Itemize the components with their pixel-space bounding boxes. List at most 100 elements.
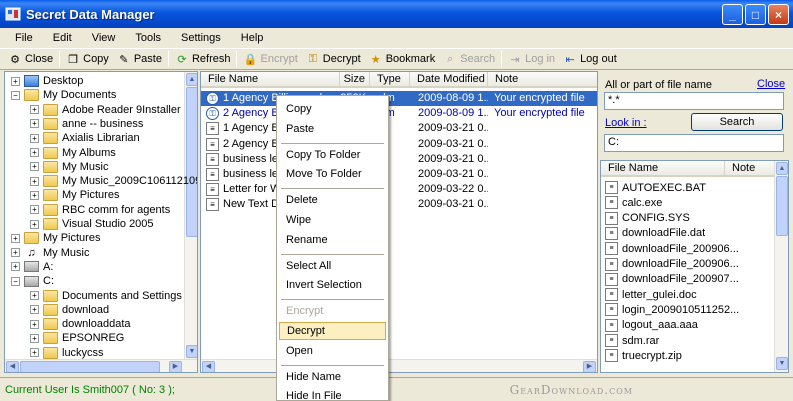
file-row[interactable]: ⚿1 Agency Billing and...252Ksdm2009-08-0…: [201, 91, 597, 106]
expand-icon[interactable]: +: [11, 262, 20, 272]
expand-icon[interactable]: +: [30, 176, 39, 186]
tree-node[interactable]: − My Documents: [11, 88, 116, 102]
scroll-thumb[interactable]: [20, 361, 160, 372]
tree-node[interactable]: + luckycss: [30, 346, 104, 360]
expand-icon[interactable]: +: [30, 133, 39, 143]
search-results-list[interactable]: File Name Note ▲ ▼ ≡ AUTOEXEC.BAT ≡ calc.ex…: [600, 160, 789, 373]
search-result-row[interactable]: ≡ sdm.rar: [605, 333, 659, 348]
paste-button[interactable]: ✎ Paste: [113, 49, 166, 69]
search-result-row[interactable]: ≡ logout_aaa.aaa: [605, 318, 698, 333]
tree-node[interactable]: + Adobe Reader 9Installer: [30, 103, 181, 117]
tree-node[interactable]: + My Pictures: [30, 188, 119, 202]
close-button[interactable]: ⚙ Close: [4, 49, 57, 69]
context-menu-item[interactable]: Hide Name: [279, 368, 386, 386]
tree-node[interactable]: + Visual Studio 2005: [30, 217, 154, 231]
file-row[interactable]: ≡New Text Document...2009-03-21 0...: [201, 197, 597, 212]
folder-tree[interactable]: ▲ ▼ ◀ ▶ + Desktop − My Documents + Adobe Read…: [4, 71, 198, 373]
menu-edit[interactable]: Edit: [44, 32, 83, 44]
context-menu-item[interactable]: Paste: [279, 120, 386, 138]
collapse-icon[interactable]: −: [11, 276, 20, 286]
file-row[interactable]: ≡1 Agency Billing and...2009-03-21 0...: [201, 121, 597, 136]
maximize-button[interactable]: □: [745, 4, 766, 25]
refresh-button[interactable]: ⟳ Refresh: [171, 49, 235, 69]
tree-horizontal-scrollbar[interactable]: ◀ ▶: [5, 359, 197, 372]
expand-icon[interactable]: +: [11, 233, 20, 243]
column-header-type[interactable]: Type: [370, 72, 410, 88]
expand-icon[interactable]: +: [30, 148, 39, 157]
file-row[interactable]: ≡ business letter... 2009-03-21 0...: [201, 152, 597, 167]
tree-vertical-scrollbar[interactable]: ▲ ▼: [184, 72, 197, 360]
expand-icon[interactable]: +: [30, 219, 39, 229]
tree-node[interactable]: + EPSONREG: [30, 331, 124, 345]
expand-icon[interactable]: +: [30, 162, 39, 172]
scroll-down-arrow[interactable]: ▼: [186, 345, 197, 358]
scroll-up-arrow[interactable]: ▲: [776, 162, 788, 175]
tree-node[interactable]: + My Pictures: [11, 231, 100, 245]
tree-node[interactable]: + download: [30, 303, 109, 317]
expand-icon[interactable]: +: [30, 305, 39, 315]
search-result-row[interactable]: ≡ downloadFile.dat: [605, 226, 705, 241]
tree-node[interactable]: + RBC comm for agents: [30, 203, 170, 217]
search-result-row[interactable]: ≡ truecrypt.zip: [605, 348, 682, 363]
tree-node[interactable]: + Documents and Settings: [30, 289, 182, 303]
expand-icon[interactable]: +: [30, 333, 39, 343]
expand-icon[interactable]: +: [30, 105, 39, 115]
context-menu-item[interactable]: Delete: [279, 191, 386, 209]
login-button[interactable]: ⇥ Log in: [504, 49, 559, 69]
filename-input[interactable]: *.*: [604, 92, 784, 110]
search-close-link[interactable]: Close: [757, 78, 785, 90]
scroll-thumb[interactable]: [776, 176, 788, 236]
tree-node[interactable]: + A:: [11, 260, 53, 274]
expand-icon[interactable]: +: [30, 348, 39, 358]
search-submit-button[interactable]: Search: [691, 113, 783, 131]
context-menu-item[interactable]: Decrypt: [279, 322, 386, 340]
tree-node[interactable]: + Desktop: [11, 74, 83, 88]
expand-icon[interactable]: +: [30, 291, 39, 300]
column-header-note[interactable]: Note: [488, 72, 597, 88]
tree-node[interactable]: + My Music_2009C106112109: [30, 174, 197, 188]
scroll-down-arrow[interactable]: ▼: [776, 357, 788, 370]
context-menu-item[interactable]: Copy: [279, 100, 386, 118]
encrypt-button[interactable]: 🔒 Encrypt: [239, 49, 301, 69]
results-vertical-scrollbar[interactable]: ▲ ▼: [774, 161, 788, 372]
file-row[interactable]: ≡ business letter... 2009-03-21 0...: [201, 167, 597, 182]
file-row[interactable]: ≡ Letter for Web... 2009-03-22 0...: [201, 182, 597, 197]
scroll-right-arrow[interactable]: ▶: [583, 361, 596, 372]
file-row[interactable]: ≡2 Agency Billing and...2009-03-21 0...: [201, 137, 597, 152]
scroll-left-arrow[interactable]: ◀: [202, 361, 215, 372]
tree-node[interactable]: + My Music: [30, 160, 108, 174]
search-result-row[interactable]: ≡ CONFIG.SYS: [605, 211, 690, 226]
file-row[interactable]: ⚿2 Agency Billing and...4Ksdm2009-08-09 …: [201, 106, 597, 121]
search-result-row[interactable]: ≡ calc.exe: [605, 195, 662, 210]
expand-icon[interactable]: +: [30, 205, 39, 215]
menu-file[interactable]: File: [6, 32, 44, 44]
column-header-name[interactable]: File Name: [201, 72, 340, 88]
context-menu-item[interactable]: Hide In File: [279, 387, 386, 401]
search-result-row[interactable]: ≡ letter_gulei.doc: [605, 287, 697, 302]
scroll-left-arrow[interactable]: ◀: [6, 361, 19, 372]
decrypt-button[interactable]: ⚿ Decrypt: [302, 49, 365, 69]
tree-node[interactable]: + anne -- business: [30, 117, 143, 131]
expand-icon[interactable]: +: [30, 319, 39, 329]
context-menu-item[interactable]: Invert Selection: [279, 276, 386, 294]
column-header-date[interactable]: Date Modified: [410, 72, 488, 88]
logout-button[interactable]: ⇤ Log out: [559, 49, 621, 69]
files-horizontal-scrollbar[interactable]: ◀ ▶: [201, 359, 597, 372]
tree-node[interactable]: + My Albums: [30, 146, 116, 160]
tree-node[interactable]: − C:: [11, 274, 54, 288]
expand-icon[interactable]: +: [30, 190, 39, 200]
scroll-thumb[interactable]: [186, 87, 197, 237]
expand-icon[interactable]: +: [11, 76, 20, 86]
look-in-input[interactable]: C:: [604, 134, 784, 152]
menu-settings[interactable]: Settings: [172, 32, 232, 44]
context-menu-item[interactable]: Wipe: [279, 211, 386, 229]
search-result-row[interactable]: ≡ downloadFile_200906...: [605, 241, 739, 256]
column-header-size[interactable]: Size: [340, 72, 370, 88]
close-window-button[interactable]: ×: [768, 4, 789, 25]
menu-help[interactable]: Help: [232, 32, 275, 44]
minimize-button[interactable]: _: [722, 4, 743, 25]
menu-view[interactable]: View: [83, 32, 127, 44]
results-header-name[interactable]: File Name: [601, 161, 725, 177]
results-header-note[interactable]: Note: [725, 161, 775, 177]
search-button[interactable]: ⌕ Search: [439, 49, 499, 69]
